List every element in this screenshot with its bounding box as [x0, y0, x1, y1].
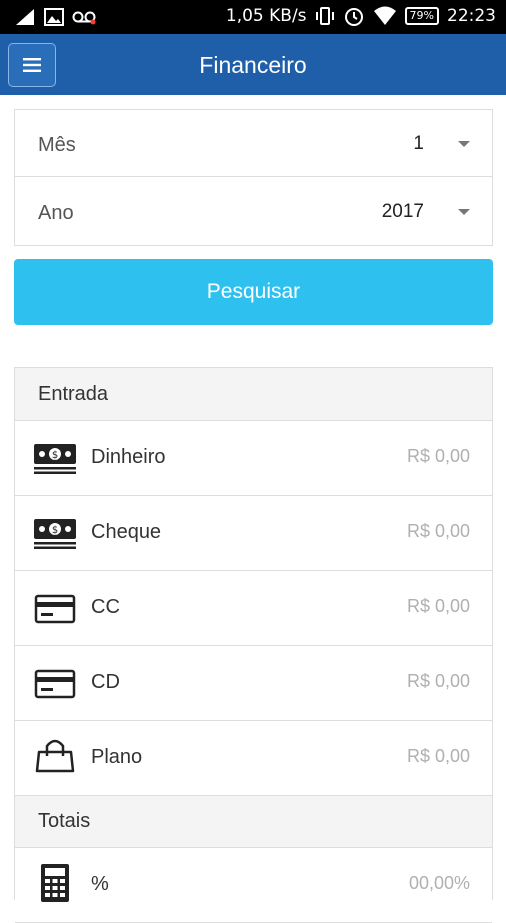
status-bar: 1,05 KB/s 79% 22:23	[0, 0, 506, 34]
voicemail-icon	[72, 11, 96, 25]
entry-label: Cheque	[91, 521, 162, 543]
list-item-cheque[interactable]: $ Cheque R$ 0,00	[15, 496, 492, 571]
calculator-icon	[41, 864, 69, 902]
page-title: Financeiro	[199, 52, 307, 78]
signal-icon	[16, 9, 34, 25]
year-select[interactable]: Ano 2017	[15, 178, 492, 245]
totais-header: Totais	[15, 796, 492, 848]
entry-label: Plano	[91, 746, 143, 768]
entry-value: R$ 0,00	[406, 671, 470, 691]
entrada-header: Entrada	[15, 368, 492, 421]
filter-card: Mês 1 Ano 2017	[14, 109, 493, 246]
entry-label: Dinheiro	[91, 446, 166, 468]
entry-value: R$ 0,00	[406, 446, 470, 466]
money-icon: $	[34, 519, 76, 549]
credit-card-icon	[34, 669, 76, 699]
entry-value: R$ 0,00	[406, 746, 470, 766]
totais-title: Totais	[38, 810, 91, 832]
credit-card-icon	[34, 594, 76, 624]
search-button[interactable]: Pesquisar	[14, 259, 493, 325]
list-item-cd[interactable]: CD R$ 0,00	[15, 646, 492, 721]
year-value: 2017	[381, 201, 424, 222]
list-item-percent[interactable]: % 00,00%	[15, 848, 492, 923]
wifi-icon	[373, 6, 396, 25]
entry-label: %	[91, 873, 109, 895]
entry-label: CD	[91, 671, 120, 693]
list-item-cc[interactable]: CC R$ 0,00	[15, 571, 492, 646]
entry-value: 00,00%	[408, 873, 470, 893]
image-icon	[44, 8, 64, 26]
clock: 22:23	[447, 6, 496, 26]
network-speed: 1,05 KB/s	[225, 6, 307, 26]
vibrate-icon	[315, 7, 334, 25]
chevron-down-icon	[458, 141, 470, 147]
svg-text:$: $	[52, 525, 58, 536]
list-item-plano[interactable]: Plano R$ 0,00	[15, 721, 492, 796]
entry-value: R$ 0,00	[406, 596, 470, 616]
summary-panel: Entrada $ Dinheiro R$ 0,00 $ Cheque R$ 0…	[14, 367, 493, 923]
list-item-dinheiro[interactable]: $ Dinheiro R$ 0,00	[15, 421, 492, 496]
entry-value: R$ 0,00	[406, 521, 470, 541]
year-label: Ano	[38, 202, 74, 224]
chevron-down-icon	[458, 209, 470, 215]
month-value: 1	[413, 133, 424, 154]
money-icon: $	[34, 444, 76, 474]
entrada-title: Entrada	[38, 383, 109, 405]
month-select[interactable]: Mês 1	[15, 110, 492, 177]
app-bar: Financeiro	[0, 34, 506, 95]
month-label: Mês	[38, 134, 76, 156]
battery-icon: 79%	[404, 7, 439, 25]
alarm-icon	[344, 8, 363, 26]
entry-label: CC	[91, 596, 120, 618]
shopping-bag-icon	[35, 739, 75, 773]
svg-text:$: $	[52, 450, 58, 461]
